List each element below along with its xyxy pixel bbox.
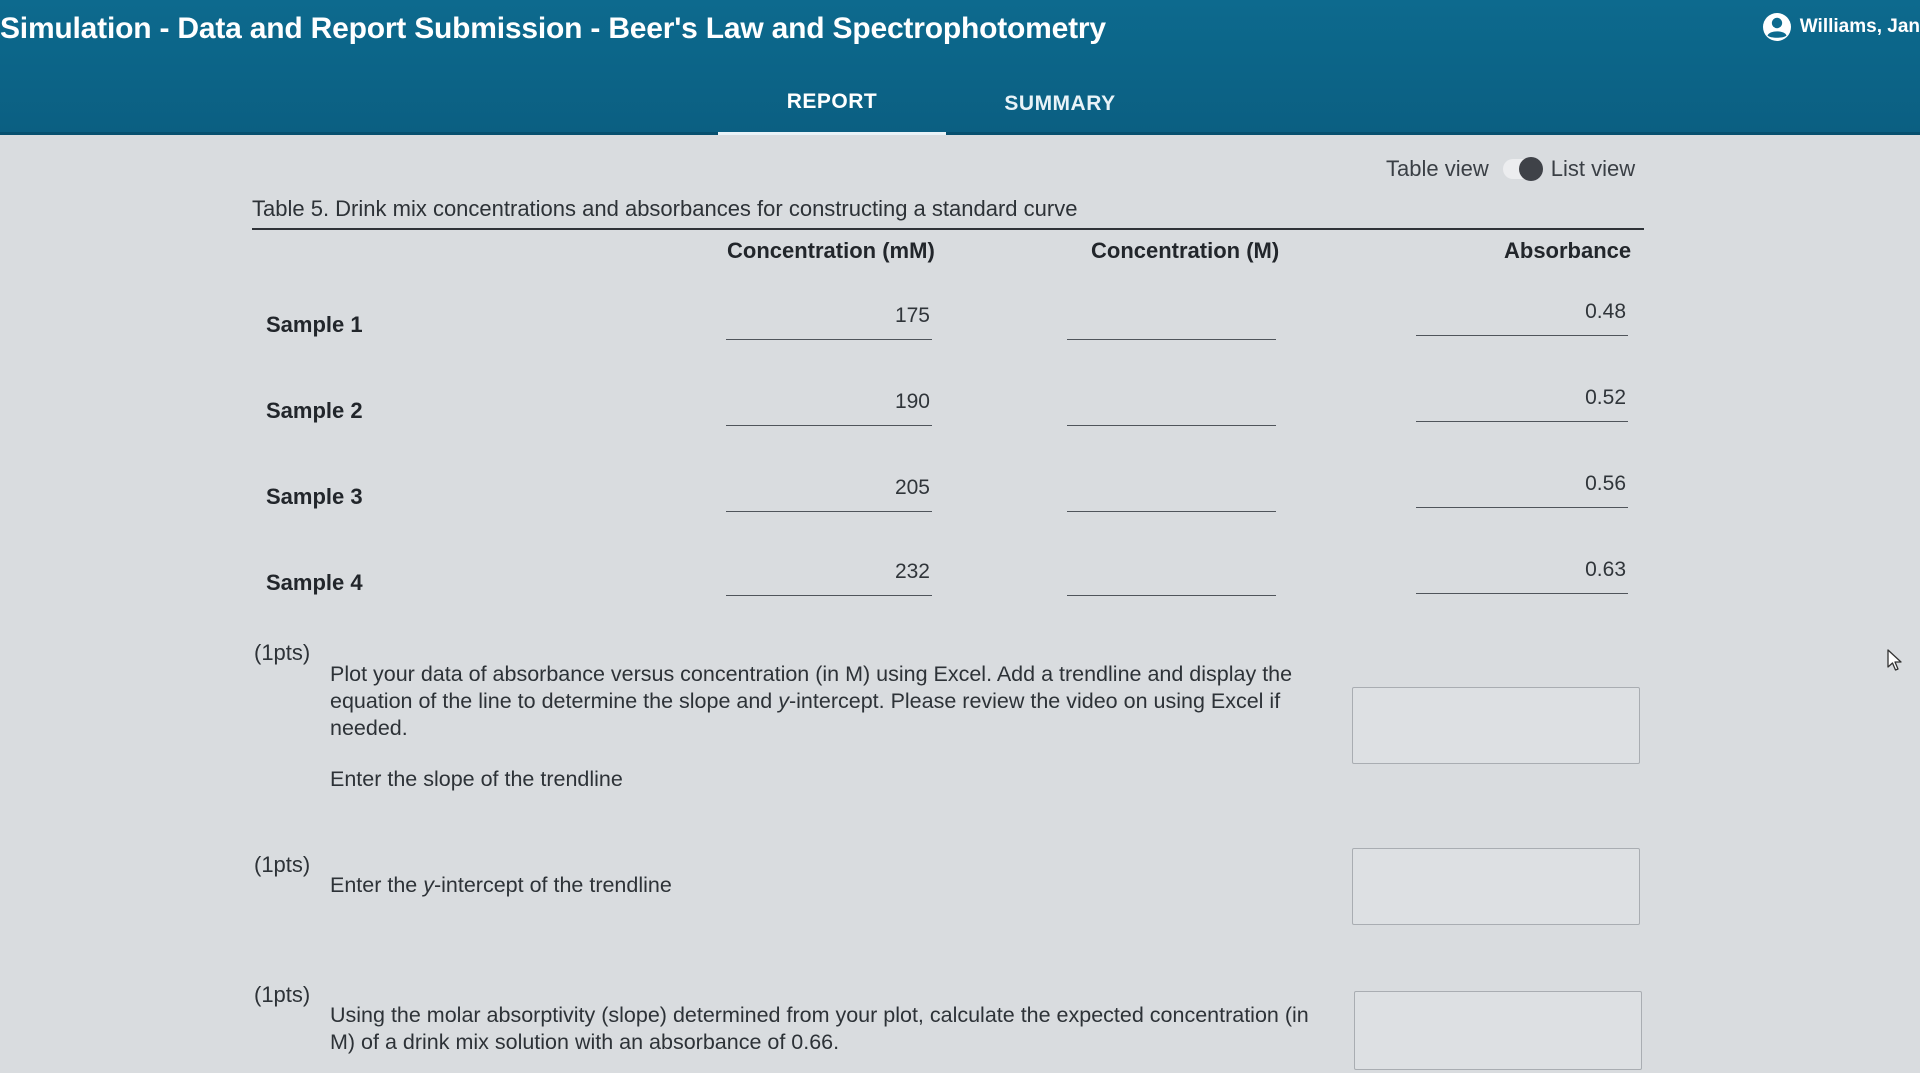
tab-bar: REPORT SUMMARY	[718, 72, 1174, 135]
question-3-points: (1pts)	[254, 982, 311, 1007]
question-2-prompt-part-1: Enter the	[330, 873, 424, 897]
tab-summary[interactable]: SUMMARY	[946, 72, 1174, 135]
tab-report[interactable]: REPORT	[718, 72, 946, 135]
conc-m-input-sample-4[interactable]	[1067, 554, 1276, 596]
absorbance-input-sample-4[interactable]: 0.63	[1416, 552, 1628, 594]
conc-mm-input-sample-2[interactable]: 190	[726, 384, 932, 426]
switch-knob[interactable]	[1518, 157, 1543, 181]
mouse-pointer-icon	[1887, 649, 1902, 671]
table-caption: Table 5. Drink mix concentrations and ab…	[252, 196, 1078, 221]
absorbance-input-sample-3[interactable]: 0.56	[1416, 466, 1628, 508]
conc-mm-input-sample-3[interactable]: 205	[726, 470, 932, 512]
conc-m-input-sample-2[interactable]	[1067, 384, 1276, 426]
user-menu[interactable]: Williams, Jan	[1762, 10, 1920, 44]
list-view-label: List view	[1550, 156, 1636, 181]
user-name: Williams, Jan	[1799, 16, 1920, 37]
question-1-text: Plot your data of absorbance versus conc…	[330, 661, 1330, 742]
question-2-prompt-part-2: -intercept of the trendline	[433, 873, 672, 897]
question-2-prompt-y: y	[423, 873, 434, 897]
app-header: Simulation - Data and Report Submission …	[0, 0, 1920, 135]
y-intercept-answer-input[interactable]	[1352, 848, 1640, 925]
concentration-answer-input[interactable]	[1354, 991, 1642, 1070]
column-header-concentration-m: Concentration (M)	[1091, 238, 1280, 263]
slope-answer-input[interactable]	[1352, 687, 1640, 764]
conc-mm-input-sample-4[interactable]: 232	[726, 554, 932, 596]
question-1-points: (1pts)	[254, 640, 311, 665]
question-2-points: (1pts)	[254, 852, 311, 877]
question-1-prompt: Enter the slope of the trendline	[330, 767, 623, 791]
question-2-prompt: Enter the y-intercept of the trendline	[330, 872, 1330, 899]
conc-m-input-sample-3[interactable]	[1067, 470, 1276, 512]
row-label-sample-1: Sample 1	[266, 312, 363, 337]
absorbance-input-sample-2[interactable]: 0.52	[1416, 380, 1628, 422]
view-toggle-switch[interactable]	[1499, 157, 1543, 181]
question-1-text-y: y	[778, 689, 789, 713]
table-view-label: Table view	[1386, 156, 1489, 181]
caption-divider	[252, 228, 1644, 230]
conc-m-input-sample-1[interactable]	[1067, 298, 1276, 340]
row-label-sample-4: Sample 4	[266, 570, 363, 595]
row-label-sample-3: Sample 3	[266, 484, 363, 509]
user-avatar-icon	[1762, 13, 1791, 41]
row-label-sample-2: Sample 2	[266, 398, 363, 423]
view-toggle: Table view List view	[1386, 154, 1635, 184]
column-header-absorbance: Absorbance	[1504, 238, 1632, 263]
question-3-text: Using the molar absorptivity (slope) det…	[330, 1003, 1309, 1054]
column-header-concentration-mm: Concentration (mM)	[727, 238, 935, 263]
absorbance-input-sample-1[interactable]: 0.48	[1416, 294, 1628, 336]
conc-mm-input-sample-1[interactable]: 175	[726, 298, 932, 340]
page-title: Simulation - Data and Report Submission …	[0, 12, 1106, 45]
